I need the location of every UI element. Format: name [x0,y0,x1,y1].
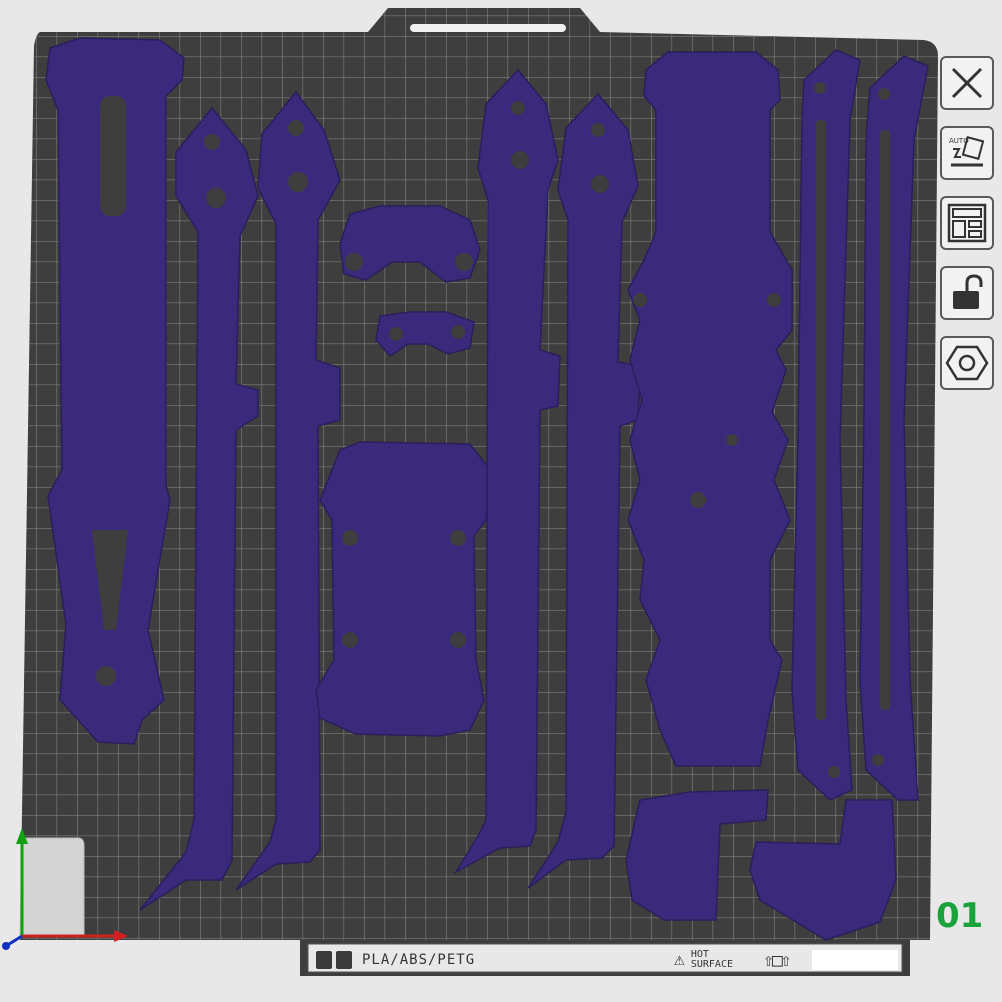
auto-orient-icon: AUTO [949,136,985,167]
build-plate-viewport[interactable] [0,0,1002,1002]
arrange-icon [947,203,987,243]
arrange-button[interactable] [940,196,994,250]
bed-material-label: PLA/ABS/PETG [362,952,476,968]
bed-label: PLA/ABS/PETG ⚠ HOT SURFACE ⇧□⇧ [308,944,902,976]
warning-icon: ⚠ [674,949,685,970]
auto-orient-button[interactable]: AUTO [940,126,994,180]
hex-nut-icon [945,345,989,381]
settings-button[interactable] [940,336,994,390]
unlock-icon [953,274,983,309]
close-button[interactable] [940,56,994,110]
part-middle-plate[interactable] [315,441,491,737]
hot-surface-warning: ⚠ HOT SURFACE [674,950,733,970]
orientation-arrows: ⇧□⇧ [763,949,791,971]
bed-logo [316,951,352,969]
plate-number: 01 [936,896,984,936]
close-icon [951,67,983,99]
warning-line2: SURFACE [690,959,733,970]
plate-toolbar: AUTO [940,56,1002,390]
lock-button[interactable] [940,266,994,320]
